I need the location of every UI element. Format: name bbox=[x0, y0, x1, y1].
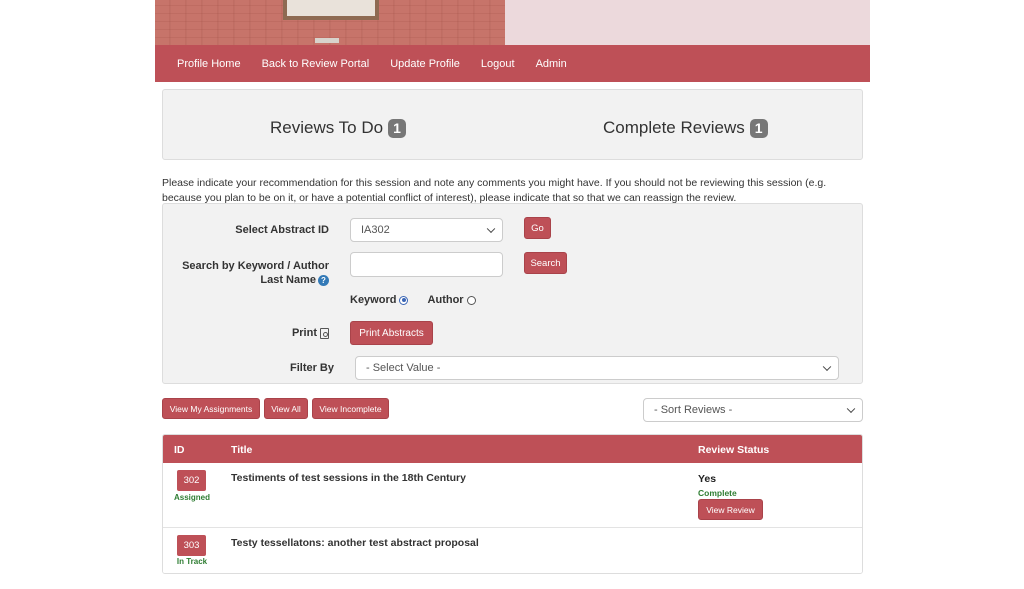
search-mode-radios: Keyword Author bbox=[350, 294, 476, 306]
search-label: Search by Keyword / Author Last Name? bbox=[173, 259, 329, 287]
table-row: 302 Assigned Testiments of test sessions… bbox=[163, 463, 862, 527]
row-title: Testy tessellatons: another test abstrac… bbox=[231, 537, 479, 549]
go-button[interactable]: Go bbox=[524, 217, 551, 239]
abstract-id-value: IA302 bbox=[361, 224, 390, 236]
nav-update-profile[interactable]: Update Profile bbox=[390, 58, 460, 70]
main-navbar: Profile Home Back to Review Portal Updat… bbox=[155, 45, 870, 82]
view-my-assignments-button[interactable]: View My Assignments bbox=[162, 398, 260, 419]
chevron-down-icon bbox=[486, 224, 496, 234]
search-label-line1: Search by Keyword / Author bbox=[182, 260, 329, 272]
nav-logout[interactable]: Logout bbox=[481, 58, 515, 70]
search-label-line2: Last Name bbox=[260, 274, 316, 286]
keyword-radio-label: Keyword bbox=[350, 294, 397, 306]
search-input[interactable] bbox=[350, 252, 503, 277]
column-header-id: ID bbox=[174, 444, 185, 456]
nav-admin[interactable]: Admin bbox=[536, 58, 567, 70]
row-assignment-state: In Track bbox=[176, 557, 208, 566]
chevron-down-icon bbox=[846, 404, 856, 414]
banner-panel bbox=[505, 0, 870, 45]
banner-photo-plaque bbox=[315, 38, 339, 43]
search-form-panel: Select Abstract ID IA302 Go Search by Ke… bbox=[162, 203, 863, 384]
banner-photo bbox=[155, 0, 505, 45]
abstract-id-label: Select Abstract ID bbox=[235, 224, 329, 236]
column-header-status: Review Status bbox=[698, 444, 770, 456]
nav-back-to-review-portal[interactable]: Back to Review Portal bbox=[262, 58, 370, 70]
print-abstracts-button[interactable]: Print Abstracts bbox=[350, 321, 433, 345]
row-assignment-state: Assigned bbox=[173, 493, 210, 502]
sort-reviews-select[interactable]: - Sort Reviews - bbox=[643, 398, 863, 422]
abstract-id-select[interactable]: IA302 bbox=[350, 218, 503, 242]
nav-profile-home[interactable]: Profile Home bbox=[177, 58, 241, 70]
row-id-button[interactable]: 303 bbox=[177, 535, 206, 556]
filter-select[interactable]: - Select Value - bbox=[355, 356, 839, 380]
view-all-button[interactable]: View All bbox=[264, 398, 308, 419]
header-banner bbox=[155, 0, 870, 45]
author-radio[interactable] bbox=[466, 295, 476, 305]
chevron-down-icon bbox=[822, 362, 832, 372]
filter-label: Filter By bbox=[289, 362, 334, 374]
row-status: Yes bbox=[698, 473, 717, 485]
row-status-detail: Complete bbox=[698, 488, 737, 498]
row-id-button[interactable]: 302 bbox=[177, 470, 206, 491]
review-stats-panel: Reviews To Do 1 Complete Reviews 1 bbox=[162, 89, 863, 160]
view-incomplete-button[interactable]: View Incomplete bbox=[312, 398, 389, 419]
table-row: 303 In Track Testy tessellatons: another… bbox=[163, 527, 862, 573]
print-label-text: Print bbox=[291, 327, 317, 339]
column-header-title: Title bbox=[231, 444, 253, 456]
help-icon[interactable]: ? bbox=[318, 274, 329, 286]
sort-reviews-value: - Sort Reviews - bbox=[654, 404, 733, 416]
search-button[interactable]: Search bbox=[524, 252, 567, 274]
reviews-to-do-stat[interactable]: Reviews To Do 1 bbox=[270, 118, 406, 138]
reviews-table: ID Title Review Status 302 Assigned Test… bbox=[162, 434, 863, 574]
table-header: ID Title Review Status bbox=[163, 435, 862, 463]
filter-value: - Select Value - bbox=[366, 362, 441, 374]
author-radio-label: Author bbox=[427, 294, 464, 306]
row-title: Testiments of test sessions in the 18th … bbox=[231, 472, 466, 484]
banner-photo-frame bbox=[283, 0, 379, 20]
view-review-button[interactable]: View Review bbox=[698, 499, 763, 520]
keyword-radio[interactable] bbox=[399, 295, 409, 305]
instructions-text: Please indicate your recommendation for … bbox=[162, 177, 827, 204]
complete-reviews-stat[interactable]: Complete Reviews 1 bbox=[603, 118, 768, 138]
print-label: Print bbox=[253, 327, 329, 339]
pdf-icon bbox=[320, 327, 329, 339]
complete-reviews-label: Complete Reviews bbox=[603, 118, 745, 137]
reviews-to-do-label: Reviews To Do bbox=[270, 118, 384, 137]
reviews-to-do-count: 1 bbox=[388, 118, 406, 138]
complete-reviews-count: 1 bbox=[749, 118, 768, 138]
